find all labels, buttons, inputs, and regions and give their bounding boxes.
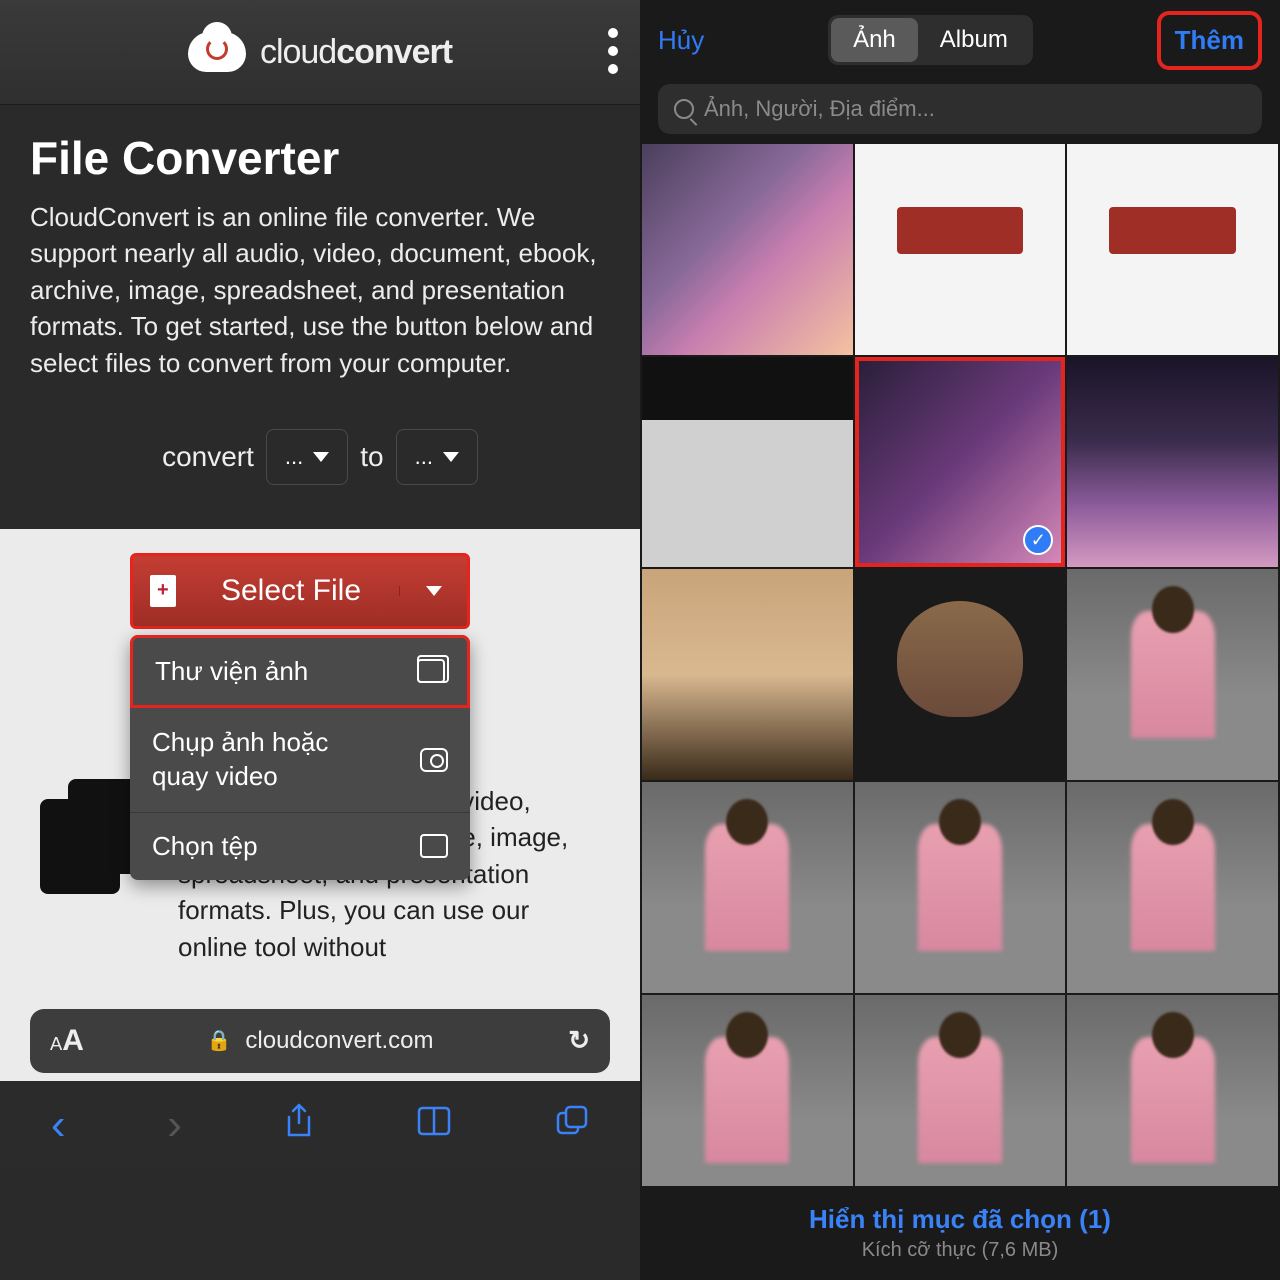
convert-label: convert — [162, 441, 254, 473]
photo-thumb-selected[interactable]: ✓ — [855, 357, 1066, 568]
show-selected-button[interactable]: Hiển thị mục đã chọn (1) — [809, 1204, 1111, 1235]
cloudconvert-header: cloudconvert — [0, 0, 640, 105]
photo-picker-pane: Hủy Ảnh Album Thêm Ảnh, Người, Địa điểm.… — [640, 0, 1280, 1280]
photo-library-icon — [417, 659, 445, 683]
menu-item-camera[interactable]: Chụp ảnh hoặc quay video — [130, 708, 470, 813]
brand-text: cloudconvert — [260, 33, 452, 72]
selected-size-label: Kích cỡ thực (7,6 MB) — [862, 1239, 1059, 1262]
photo-thumb[interactable] — [1067, 357, 1278, 568]
chevron-down-icon — [313, 452, 329, 462]
bookmarks-button[interactable] — [415, 1106, 453, 1144]
photo-thumb[interactable] — [642, 357, 853, 568]
page-description: CloudConvert is an online file converter… — [30, 199, 610, 381]
to-format-dropdown[interactable]: ... — [396, 429, 478, 485]
chevron-down-icon — [426, 586, 442, 596]
reload-icon[interactable]: ↻ — [568, 1025, 590, 1056]
photo-thumb[interactable] — [642, 995, 853, 1206]
from-format-dropdown[interactable]: ... — [266, 429, 348, 485]
photo-thumb[interactable] — [1067, 569, 1278, 780]
lock-icon: 🔒 — [207, 1028, 232, 1053]
selected-check-icon: ✓ — [1023, 525, 1053, 555]
lower-content: support nearly all audio, video, documen… — [0, 529, 640, 1169]
camera-icon — [420, 748, 448, 772]
photo-thumb[interactable] — [855, 782, 1066, 993]
search-icon — [674, 99, 694, 119]
convert-row: convert ... to ... — [0, 387, 640, 529]
photo-grid: ✓ — [640, 144, 1280, 1205]
tab-albums[interactable]: Album — [918, 18, 1030, 62]
safari-url-bar[interactable]: AA 🔒 cloudconvert.com ↻ — [30, 1009, 610, 1073]
safari-toolbar: ‹ › — [0, 1081, 640, 1169]
select-file-group: Select File Thư viện ảnh Chụp ảnh hoặc q… — [130, 553, 470, 880]
menu-item-choose-file[interactable]: Chọn tệp — [130, 813, 470, 880]
file-plus-icon — [150, 575, 176, 607]
segmented-control: Ảnh Album — [828, 15, 1033, 65]
folder-icon — [420, 834, 448, 858]
menu-item-photo-library[interactable]: Thư viện ảnh — [130, 635, 470, 708]
page-title: File Converter — [30, 131, 610, 185]
photo-thumb[interactable] — [855, 569, 1066, 780]
picker-footer: Hiển thị mục đã chọn (1) Kích cỡ thực (7… — [640, 1186, 1280, 1280]
photo-thumb[interactable] — [1067, 144, 1278, 355]
photo-thumb[interactable] — [642, 569, 853, 780]
file-source-menu: Thư viện ảnh Chụp ảnh hoặc quay video Ch… — [130, 635, 470, 880]
kebab-menu-icon[interactable] — [608, 28, 618, 74]
select-file-dropdown-toggle[interactable] — [399, 586, 467, 596]
share-button[interactable] — [284, 1103, 314, 1147]
url-text: cloudconvert.com — [245, 1027, 433, 1055]
cancel-button[interactable]: Hủy — [658, 25, 704, 56]
search-placeholder: Ảnh, Người, Địa điểm... — [704, 96, 935, 122]
forward-button: › — [167, 1100, 182, 1150]
search-field[interactable]: Ảnh, Người, Địa điểm... — [658, 84, 1262, 134]
back-button[interactable]: ‹ — [51, 1100, 66, 1150]
photo-thumb[interactable] — [1067, 995, 1278, 1206]
select-file-label: Select File — [193, 574, 399, 608]
to-label: to — [360, 441, 383, 473]
text-size-icon[interactable]: AA — [50, 1024, 84, 1058]
tabs-button[interactable] — [555, 1104, 589, 1146]
tab-photos[interactable]: Ảnh — [831, 18, 918, 62]
photo-thumb[interactable] — [855, 144, 1066, 355]
photo-thumb[interactable] — [642, 782, 853, 993]
picker-header: Hủy Ảnh Album Thêm — [640, 0, 1280, 80]
add-button[interactable]: Thêm — [1157, 11, 1262, 70]
photo-thumb[interactable] — [855, 995, 1066, 1206]
cloud-logo-icon — [188, 32, 246, 72]
hero-section: File Converter CloudConvert is an online… — [0, 105, 640, 387]
photo-thumb[interactable] — [1067, 782, 1278, 993]
cloudconvert-pane: cloudconvert File Converter CloudConvert… — [0, 0, 640, 1280]
select-file-button[interactable]: Select File — [130, 553, 470, 629]
chevron-down-icon — [443, 452, 459, 462]
photo-thumb[interactable] — [642, 144, 853, 355]
